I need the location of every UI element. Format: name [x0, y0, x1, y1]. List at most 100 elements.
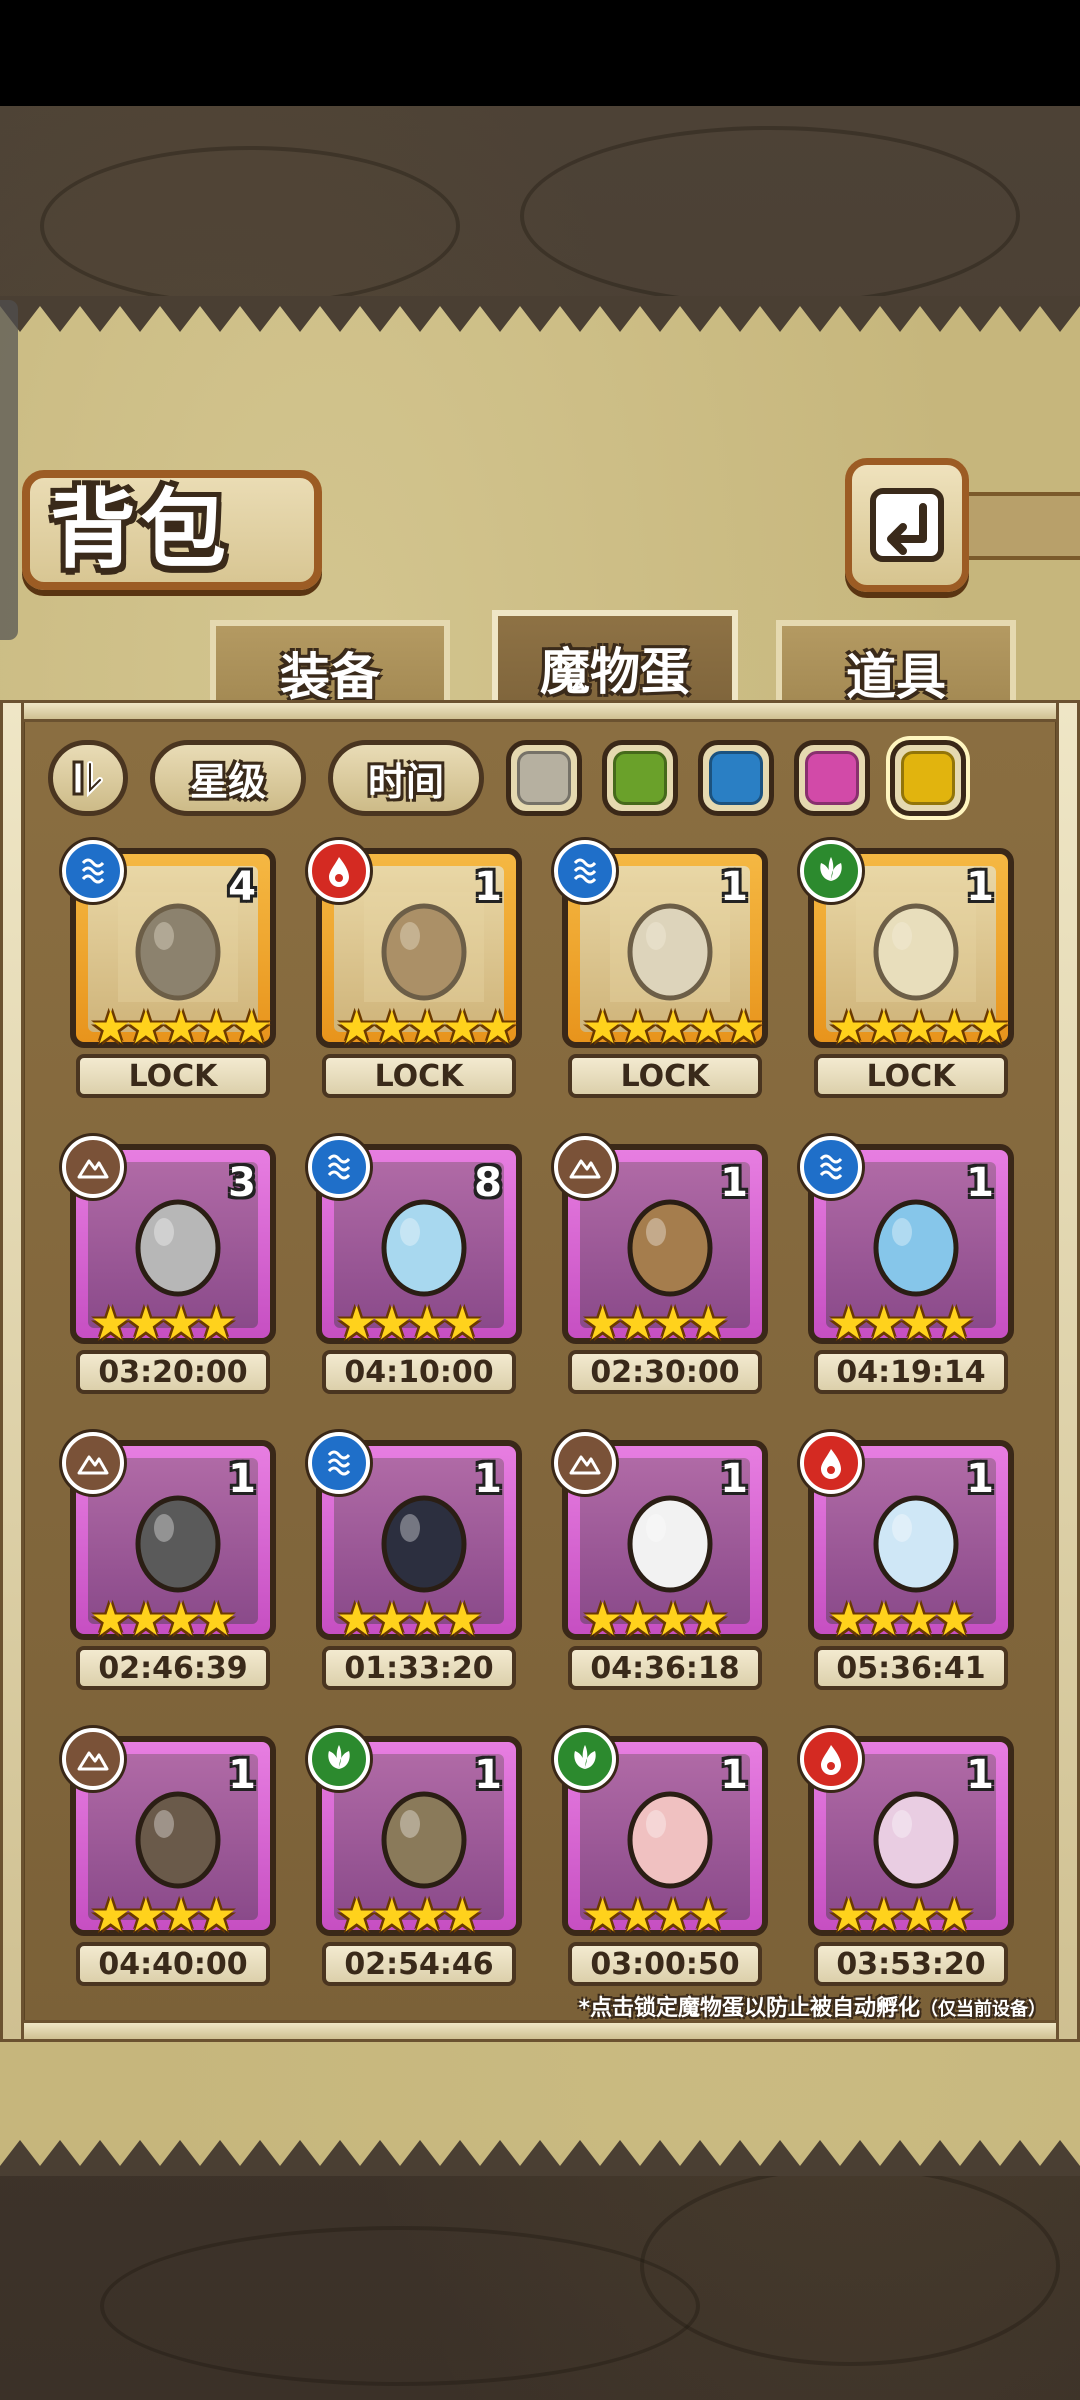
earth-element-icon — [62, 1136, 124, 1198]
filter-bar: 星级 时间 — [44, 740, 1044, 824]
hatch-timer: 02:54:46 — [322, 1942, 516, 1986]
egg-icon — [364, 892, 484, 1002]
egg-count: 3 — [228, 1160, 256, 1206]
egg-count: 1 — [228, 1752, 256, 1798]
parchment-bottom-edge — [0, 2140, 1080, 2176]
egg-count: 1 — [720, 1160, 748, 1206]
egg-icon — [856, 1780, 976, 1890]
water-element-icon — [554, 840, 616, 902]
egg-count: 8 — [474, 1160, 502, 1206]
earth-element-icon — [554, 1432, 616, 1494]
panel-top-rail — [0, 700, 1080, 722]
egg-stars: ★ ★ ★ ★ ★ — [582, 1004, 764, 1050]
hatch-timer: 04:40:00 — [76, 1942, 270, 1986]
egg-stars: ★ ★ ★ ★ ★ — [90, 1004, 272, 1050]
lock-button[interactable]: LOCK — [322, 1054, 516, 1098]
earth-element-icon — [62, 1728, 124, 1790]
fire-element-icon — [800, 1432, 862, 1494]
egg-icon — [610, 1780, 730, 1890]
edge-scroll-handle[interactable] — [0, 300, 18, 640]
egg-count: 1 — [966, 1160, 994, 1206]
hatch-timer: 02:46:39 — [76, 1646, 270, 1690]
hatch-timer: 03:20:00 — [76, 1350, 270, 1394]
panel-right-rail — [1056, 700, 1080, 2042]
star-icon: ★ — [195, 1296, 237, 1350]
hatch-timer: 04:36:18 — [568, 1646, 762, 1690]
filter-gray-button[interactable] — [506, 740, 582, 816]
star-icon: ★ — [687, 1592, 729, 1646]
egg-stars: ★ ★ ★ ★ — [828, 1300, 975, 1346]
nature-element-icon — [800, 840, 862, 902]
star-icon: ★ — [933, 1888, 975, 1942]
egg-count: 1 — [720, 1752, 748, 1798]
filter-pink-button[interactable] — [794, 740, 870, 816]
egg-count: 1 — [720, 864, 748, 910]
egg-stars: ★ ★ ★ ★ — [582, 1892, 729, 1938]
hatch-timer: 04:19:14 — [814, 1350, 1008, 1394]
parchment-top-edge — [0, 296, 1080, 332]
star-icon: ★ — [687, 1296, 729, 1350]
egg-stars: ★ ★ ★ ★ — [90, 1596, 237, 1642]
egg-icon — [118, 1484, 238, 1594]
nature-element-icon — [308, 1728, 370, 1790]
sort-by-time-button[interactable]: 时间 — [328, 740, 484, 816]
sort-by-star-button[interactable]: 星级 — [150, 740, 306, 816]
egg-icon — [118, 892, 238, 1002]
egg-count: 1 — [474, 864, 502, 910]
water-element-icon — [308, 1136, 370, 1198]
egg-count: 1 — [474, 1752, 502, 1798]
egg-count: 4 — [228, 864, 256, 910]
panel-left-rail — [0, 700, 24, 2042]
egg-icon — [118, 1780, 238, 1890]
star-icon: ★ — [231, 1000, 273, 1054]
sort-toggle-icon — [72, 760, 103, 798]
egg-count: 1 — [966, 1456, 994, 1502]
egg-stars: ★ ★ ★ ★ ★ — [828, 1004, 1010, 1050]
filter-yellow-button[interactable] — [890, 740, 966, 816]
egg-icon — [610, 1188, 730, 1298]
egg-count: 1 — [966, 1752, 994, 1798]
color-swatch — [517, 751, 571, 805]
color-swatch — [613, 751, 667, 805]
hatch-timer: 01:33:20 — [322, 1646, 516, 1690]
egg-stars: ★ ★ ★ ★ — [582, 1300, 729, 1346]
star-icon: ★ — [687, 1888, 729, 1942]
star-icon: ★ — [723, 1000, 765, 1054]
earth-element-icon — [62, 1432, 124, 1494]
star-icon: ★ — [477, 1000, 519, 1054]
sort-order-button[interactable] — [48, 740, 128, 816]
panel-bottom-rail — [0, 2020, 1080, 2042]
egg-icon — [610, 1484, 730, 1594]
water-element-icon — [800, 1136, 862, 1198]
egg-stars: ★ ★ ★ ★ — [336, 1596, 483, 1642]
nature-element-icon — [554, 1728, 616, 1790]
star-icon: ★ — [441, 1296, 483, 1350]
filter-blue-button[interactable] — [698, 740, 774, 816]
lock-button[interactable]: LOCK — [568, 1054, 762, 1098]
color-swatch — [709, 751, 763, 805]
fire-element-icon — [308, 840, 370, 902]
egg-icon — [856, 1484, 976, 1594]
egg-count: 1 — [228, 1456, 256, 1502]
filter-green-button[interactable] — [602, 740, 678, 816]
lock-button[interactable]: LOCK — [76, 1054, 270, 1098]
egg-stars: ★ ★ ★ ★ — [90, 1892, 237, 1938]
back-button-strip — [960, 492, 1080, 560]
star-icon: ★ — [933, 1296, 975, 1350]
egg-stars: ★ ★ ★ ★ ★ — [336, 1004, 518, 1050]
star-icon: ★ — [441, 1592, 483, 1646]
color-swatch — [805, 751, 859, 805]
earth-element-icon — [554, 1136, 616, 1198]
lock-button[interactable]: LOCK — [814, 1054, 1008, 1098]
egg-icon — [364, 1188, 484, 1298]
hatch-timer: 05:36:41 — [814, 1646, 1008, 1690]
back-button[interactable] — [845, 458, 969, 592]
water-element-icon — [62, 840, 124, 902]
color-swatch — [901, 751, 955, 805]
page-title: 背包 — [50, 479, 230, 580]
egg-icon — [364, 1780, 484, 1890]
egg-icon — [610, 892, 730, 1002]
egg-icon — [856, 1188, 976, 1298]
egg-stars: ★ ★ ★ ★ — [828, 1596, 975, 1642]
hatch-timer: 02:30:00 — [568, 1350, 762, 1394]
